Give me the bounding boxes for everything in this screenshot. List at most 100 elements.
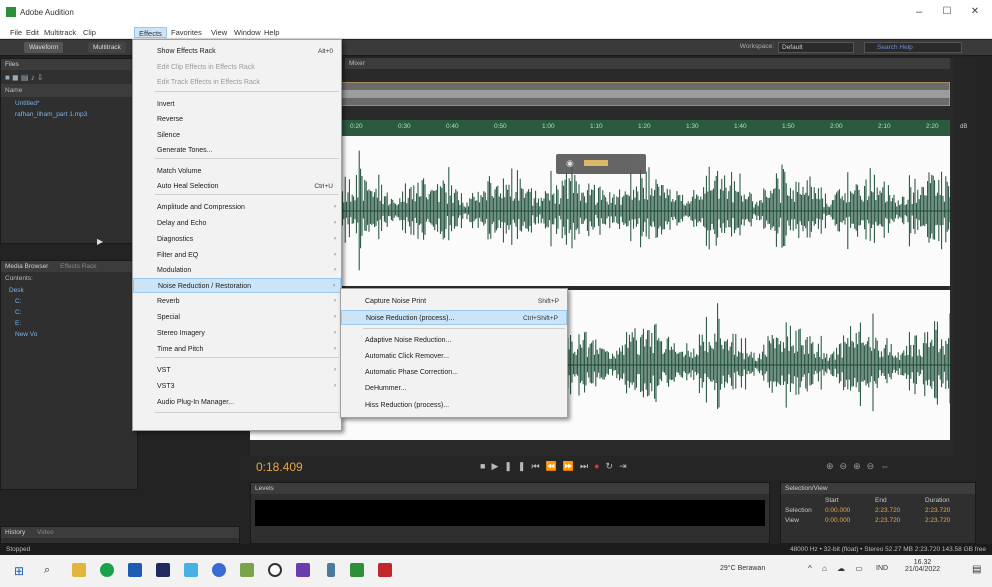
effects-menu-item-reverb[interactable]: Reverb › — [133, 294, 341, 309]
waveform-view-button[interactable]: Waveform — [24, 42, 64, 53]
loop-icon[interactable]: ↻ — [606, 461, 620, 471]
record-icon[interactable]: ● — [594, 461, 605, 471]
sel-end-value[interactable]: 2:23.720 — [875, 507, 925, 514]
zoom-out-time-icon[interactable]: ⊖ — [867, 461, 881, 471]
db-scale[interactable]: dB — [954, 58, 976, 456]
menu-help[interactable]: Help — [260, 27, 283, 38]
clock-app-icon[interactable] — [268, 563, 282, 577]
zoom-out-amplitude-icon[interactable]: ⊖ — [840, 461, 854, 471]
menu-multitrack[interactable]: Multitrack — [40, 27, 80, 38]
workspace-select[interactable]: Default — [778, 42, 854, 53]
effects-menu-item-amplitude-and-compression[interactable]: Amplitude and Compression › — [133, 200, 341, 215]
effects-menu-item-edit-track-effects-in-effects-rack[interactable]: Edit Track Effects in Effects Rack — [133, 75, 341, 90]
sel-duration-value[interactable]: 2:23.720 — [925, 507, 975, 514]
audition-taskbar-icon[interactable] — [350, 563, 364, 577]
effects-menu-item-modulation[interactable]: Modulation › — [133, 263, 341, 278]
zoom-in-time-icon[interactable]: ⊕ — [853, 461, 867, 471]
menu-view[interactable]: View — [207, 27, 231, 38]
tab-effects-rack[interactable]: Effects Rack — [60, 263, 96, 270]
effects-menu-item-time-and-pitch[interactable]: Time and Pitch › — [133, 342, 341, 357]
pause-icon[interactable]: ❚❚ — [504, 461, 531, 471]
effects-menu-item-reverse[interactable]: Reverse — [133, 112, 341, 127]
effects-menu-item-filter-and-eq[interactable]: Filter and EQ › — [133, 248, 341, 263]
paint-icon[interactable] — [184, 563, 198, 577]
effects-menu-item-show-effects-rack[interactable]: Show Effects Rack Alt+0 — [133, 44, 341, 59]
effects-menu-item-vst3[interactable]: VST3 › — [133, 379, 341, 394]
forward-icon[interactable]: ⏩ — [563, 461, 580, 471]
menu-effects[interactable]: Effects — [134, 27, 167, 38]
close-button[interactable]: ✕ — [962, 6, 988, 17]
effects-menu-item-special[interactable]: Special › — [133, 310, 341, 325]
zoom-controls[interactable]: ⊕⊖⊕⊖⇔ — [826, 461, 895, 472]
noise-menu-item-dehummer[interactable]: DeHummer... — [341, 381, 567, 396]
chrome-icon[interactable] — [100, 563, 114, 577]
effects-menu-item-audio-plug-in-manager[interactable]: Audio Plug-In Manager... — [133, 395, 341, 410]
language-indicator[interactable]: IND — [876, 565, 888, 572]
effects-menu-item-silence[interactable]: Silence — [133, 128, 341, 143]
search-icon[interactable]: ⌕ — [44, 564, 50, 577]
onenote-icon[interactable] — [296, 563, 310, 577]
menu-favorites[interactable]: Favorites — [167, 27, 206, 38]
rewind-icon[interactable]: ⏪ — [546, 461, 563, 471]
maximize-button[interactable]: ☐ — [934, 6, 960, 17]
go-end-icon[interactable]: ⏭ — [580, 461, 594, 471]
tray-icons[interactable]: ^ ⌂ ☁ ▭ — [808, 564, 867, 573]
timeline-ruler[interactable]: hms0:100:200:300:400:501:001:101:201:301… — [250, 120, 950, 136]
effects-menu-item-stereo-imagery[interactable]: Stereo Imagery › — [133, 326, 341, 341]
app-icon[interactable] — [240, 563, 254, 577]
effects-menu-item-diagnostics[interactable]: Diagnostics › — [133, 232, 341, 247]
app-m-icon[interactable] — [378, 563, 392, 577]
file-item[interactable]: Untitled* — [1, 97, 137, 110]
start-icon[interactable]: ⊞ — [14, 564, 24, 578]
effects-menu-item-edit-clip-effects-in-effects-rack[interactable]: Edit Clip Effects in Effects Rack — [133, 60, 341, 75]
word-icon[interactable] — [128, 563, 142, 577]
tab-media-browser[interactable]: Media Browser — [5, 263, 48, 270]
volume-knob-icon[interactable]: ◉ — [566, 158, 574, 169]
noise-menu-item-capture-noise-print[interactable]: Capture Noise Print Shift+P — [341, 294, 567, 309]
effects-menu-item-match-volume[interactable]: Match Volume — [133, 164, 341, 179]
tab-history[interactable]: History — [5, 529, 25, 536]
files-toolbar-icons[interactable]: ■ ◼ ▤ ♪ ⇩ — [5, 73, 44, 82]
media-row[interactable]: C: — [1, 307, 137, 318]
noise-menu-item-automatic-click-remover[interactable]: Automatic Click Remover... — [341, 349, 567, 364]
stop-icon[interactable]: ■ — [480, 461, 491, 471]
media-row[interactable]: New Vo — [1, 329, 137, 340]
weather-text[interactable]: 29°C Berawan — [720, 565, 765, 572]
noise-menu-item-adaptive-noise-reduction[interactable]: Adaptive Noise Reduction... — [341, 333, 567, 348]
file-explorer-icon[interactable] — [72, 563, 86, 577]
noise-menu-item-automatic-phase-correction[interactable]: Automatic Phase Correction... — [341, 365, 567, 380]
transport-controls[interactable]: ■▶❚❚⏮⏪⏩⏭●↻⇥ — [480, 461, 633, 472]
zoom-in-amplitude-icon[interactable]: ⊕ — [826, 461, 840, 471]
app-dot-icon[interactable] — [327, 563, 335, 577]
search-help-input[interactable]: Search Help — [864, 42, 962, 53]
play-icon[interactable]: ▶ — [491, 461, 504, 471]
clock[interactable]: 16.32 21/04/2022 — [905, 559, 940, 573]
skip-icon[interactable]: ⇥ — [619, 461, 633, 471]
hud-volume-control[interactable]: ◉ — [556, 154, 646, 174]
multitrack-view-button[interactable]: Multitrack — [88, 42, 126, 53]
effects-menu-item-generate-tones[interactable]: Generate Tones... — [133, 143, 341, 158]
view-start-value[interactable]: 0:00.000 — [825, 517, 875, 524]
go-start-icon[interactable]: ⏮ — [531, 461, 545, 471]
sel-start-value[interactable]: 0:00.000 — [825, 507, 875, 514]
minimize-button[interactable]: – — [906, 6, 932, 18]
noise-menu-item-hiss-reduction-process[interactable]: Hiss Reduction (process)... — [341, 398, 567, 413]
noise-menu-item-noise-reduction-process[interactable]: Noise Reduction (process)... Ctrl+Shift+P — [341, 310, 567, 325]
effects-menu-item-invert[interactable]: Invert — [133, 97, 341, 112]
effects-menu-item-auto-heal-selection[interactable]: Auto Heal Selection Ctrl+U — [133, 179, 341, 194]
overview-waveform[interactable] — [249, 81, 951, 107]
effects-menu-item-delay-and-echo[interactable]: Delay and Echo › — [133, 216, 341, 231]
effects-menu-item-noise-reduction-restoration[interactable]: Noise Reduction / Restoration › — [133, 278, 341, 293]
zoom-full-icon[interactable]: ⇔ — [880, 461, 895, 471]
media-row[interactable]: Desk — [1, 285, 137, 296]
file-item[interactable]: rafhan_ilham_part 1.mp3 — [1, 110, 137, 119]
tab-video[interactable]: Video — [37, 529, 54, 536]
files-play-icon[interactable]: ▶ — [97, 237, 103, 246]
edge-icon[interactable] — [212, 563, 226, 577]
volume-value-field[interactable] — [584, 160, 608, 166]
media-row[interactable]: C: — [1, 296, 137, 307]
photoshop-icon[interactable] — [156, 563, 170, 577]
menu-clip[interactable]: Clip — [79, 27, 100, 38]
media-row[interactable]: E: — [1, 318, 137, 329]
view-duration-value[interactable]: 2:23.720 — [925, 517, 975, 524]
